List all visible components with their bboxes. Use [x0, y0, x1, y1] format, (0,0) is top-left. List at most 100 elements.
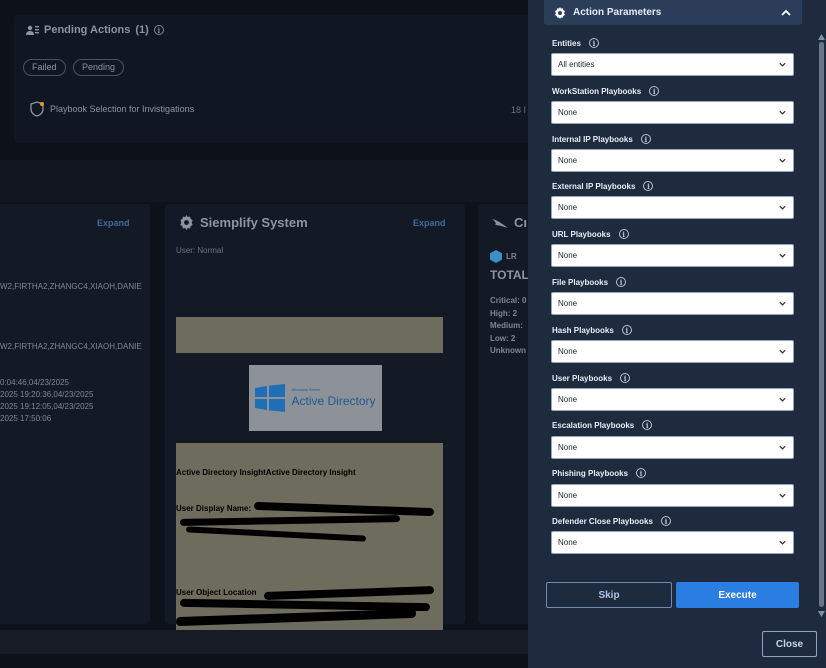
chevron-down-icon	[779, 110, 786, 115]
field-label-entities: Entities i	[552, 38, 599, 48]
scroll-down-arrow[interactable]	[818, 611, 825, 617]
filter-chip-pending[interactable]: Pending	[73, 59, 125, 76]
pending-action-time: 18 I	[510, 105, 526, 115]
chevron-down-icon	[779, 493, 786, 498]
select-defender-close-playbooks[interactable]: None	[551, 531, 794, 554]
scroll-up-arrow[interactable]	[818, 34, 825, 40]
info-icon[interactable]: i	[643, 181, 654, 191]
widget-card-right: Cı LR TOTAL Critical: 0 High: 2 Medium: …	[478, 204, 528, 624]
field-label-text: Entities	[552, 38, 581, 48]
ad-logo-small: Windows Server	[291, 386, 321, 392]
chevron-down-icon	[779, 445, 786, 450]
chevron-down-icon	[779, 301, 786, 306]
left-card-line: W2,FIRTHA2,ZHANGC4,XIAOH,DANIE	[0, 282, 142, 291]
object-location-label: User Object Location	[176, 588, 257, 597]
pending-actions-title: Pending Actions (1) i	[26, 24, 164, 36]
insight-title: Active Directory InsightActive Directory…	[176, 468, 356, 477]
scrollbar-thumb[interactable]	[819, 42, 824, 607]
severity-line: High: 2	[490, 309, 518, 318]
select-external-ip-playbooks[interactable]: None	[551, 196, 794, 219]
select-value: None	[558, 299, 578, 308]
field-label-text: User Playbooks	[552, 373, 613, 383]
select-user-playbooks[interactable]: None	[551, 388, 794, 411]
field-label-text: URL Playbooks	[552, 229, 611, 239]
field-label-escalation-playbooks: Escalation Playbooks i	[552, 420, 653, 430]
field-label-text: WorkStation Playbooks	[552, 86, 642, 96]
field-label-text: Escalation Playbooks	[552, 420, 635, 430]
chevron-up-icon[interactable]	[780, 7, 792, 19]
severity-line: Low: 2	[490, 334, 516, 343]
field-label-text: Hash Playbooks	[552, 325, 614, 335]
user-list-icon	[26, 25, 39, 35]
left-card-line: 2025 19:12:05,04/23/2025	[0, 402, 94, 411]
pending-action-label: Playbook Selection for Invistigations	[50, 104, 195, 114]
field-label-user-playbooks: User Playbooks i	[552, 373, 631, 383]
info-icon[interactable]: i	[616, 277, 627, 287]
select-value: None	[558, 251, 578, 260]
redaction	[253, 501, 435, 517]
select-escalation-playbooks[interactable]: None	[551, 436, 794, 459]
severity-line: Medium:	[490, 321, 523, 330]
chevron-down-icon	[779, 158, 786, 163]
expand-link[interactable]: Expand	[97, 218, 130, 228]
pending-action-item[interactable]: Playbook Selection for Invistigations	[30, 101, 194, 117]
left-card-line: 0:04:46,04/23/2025	[0, 378, 69, 387]
field-label-text: Internal IP Playbooks	[552, 134, 633, 144]
chevron-down-icon	[779, 540, 786, 545]
expand-link[interactable]: Expand	[413, 218, 446, 228]
redaction	[263, 586, 435, 600]
card-title: Siemplify System	[179, 215, 308, 230]
select-workstation-playbooks[interactable]: None	[551, 101, 794, 124]
card-title-fragment: Cı	[514, 215, 527, 230]
select-value: None	[558, 491, 578, 500]
field-label-phishing-playbooks: Phishing Playbooks i	[552, 468, 647, 478]
falcon-icon	[492, 218, 508, 228]
info-icon[interactable]: i	[660, 516, 671, 526]
select-value: None	[558, 443, 578, 452]
chevron-down-icon	[779, 205, 786, 210]
info-icon[interactable]: i	[588, 38, 599, 48]
gear-icon	[180, 215, 193, 230]
pending-actions-label: Pending Actions	[44, 24, 131, 36]
filter-chip-failed[interactable]: Failed	[23, 59, 66, 76]
shield-icon	[30, 101, 44, 117]
field-label-text: File Playbooks	[552, 277, 609, 287]
info-icon[interactable]: i	[153, 25, 164, 35]
select-hash-playbooks[interactable]: None	[551, 340, 794, 363]
select-entities[interactable]: All entities	[551, 53, 794, 76]
info-icon[interactable]: i	[642, 420, 653, 430]
select-value: All entities	[558, 60, 595, 69]
windows-icon	[255, 384, 286, 412]
field-label-text: Phishing Playbooks	[552, 468, 629, 478]
select-internal-ip-playbooks[interactable]: None	[551, 149, 794, 172]
pending-actions-count: (1)	[135, 24, 149, 36]
info-icon[interactable]: i	[640, 134, 651, 144]
info-icon[interactable]: i	[649, 86, 660, 96]
select-value: None	[558, 108, 578, 117]
card-title: Cı	[492, 215, 527, 230]
pending-actions-widget: Pending Actions (1) i Failed Pending Pla…	[14, 15, 528, 143]
close-button[interactable]: Close	[762, 631, 817, 657]
background-footer	[0, 630, 528, 654]
select-url-playbooks[interactable]: None	[551, 244, 794, 267]
hexagon-icon	[490, 250, 502, 263]
info-icon[interactable]: i	[636, 468, 647, 478]
skip-button[interactable]: Skip	[546, 582, 672, 608]
field-label-text: Defender Close Playbooks	[552, 516, 653, 526]
field-label-external-ip-playbooks: External IP Playbooks i	[552, 181, 654, 191]
select-value: None	[558, 347, 578, 356]
select-phishing-playbooks[interactable]: None	[551, 484, 794, 507]
info-icon[interactable]: i	[620, 373, 631, 383]
panel-header[interactable]: Action Parameters	[544, 0, 802, 25]
info-icon[interactable]: i	[621, 325, 632, 335]
severity-line: Unknown	[490, 346, 526, 355]
field-label-workstation-playbooks: WorkStation Playbooks i	[552, 86, 660, 96]
field-label-hash-playbooks: Hash Playbooks i	[552, 325, 632, 335]
card-title-text: Siemplify System	[200, 215, 308, 230]
info-icon[interactable]: i	[618, 229, 629, 239]
left-card-line: 2025 19:20:36,04/23/2025	[0, 390, 94, 399]
chevron-down-icon	[779, 253, 786, 258]
field-label-internal-ip-playbooks: Internal IP Playbooks i	[552, 134, 651, 144]
select-file-playbooks[interactable]: None	[551, 292, 794, 315]
execute-button[interactable]: Execute	[676, 582, 799, 608]
